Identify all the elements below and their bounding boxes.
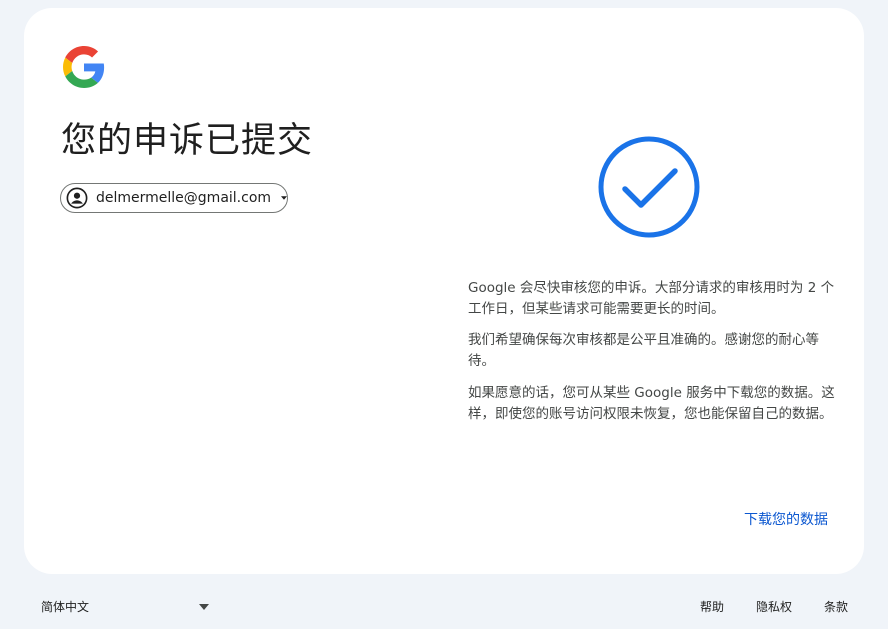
privacy-link[interactable]: 隐私权: [756, 598, 792, 615]
download-info-text: 如果愿意的话，您可从某些 Google 服务中下载您的数据。这样，即使您的账号访…: [468, 385, 835, 422]
caret-down-icon: [199, 603, 209, 610]
language-selector[interactable]: 简体中文: [41, 598, 209, 615]
fairness-text: 我们希望确保每次审核都是公平且准确的。感谢您的耐心等待。: [468, 332, 819, 369]
account-chip[interactable]: delmermelle@gmail.com: [60, 183, 288, 213]
page-title: 您的申诉已提交: [61, 121, 314, 161]
account-email: delmermelle@gmail.com: [96, 190, 272, 206]
caret-down-icon: [281, 196, 287, 200]
help-link[interactable]: 帮助: [700, 598, 724, 615]
check-circle-icon: [598, 136, 700, 238]
footer: 简体中文 帮助 隐私权 条款: [0, 590, 888, 622]
google-logo-icon: [63, 46, 105, 88]
main-card: 您的申诉已提交 delmermelle@gmail.com Google 会尽快…: [24, 8, 864, 574]
terms-link[interactable]: 条款: [824, 598, 848, 615]
language-label: 简体中文: [41, 600, 90, 614]
download-data-link[interactable]: 下载您的数据: [744, 509, 828, 529]
footer-links: 帮助 隐私权 条款: [700, 598, 848, 615]
account-circle-icon: [66, 187, 88, 209]
review-time-text: Google 会尽快审核您的申诉。大部分请求的审核用时为 2 个工作日，但某些请…: [468, 280, 835, 317]
